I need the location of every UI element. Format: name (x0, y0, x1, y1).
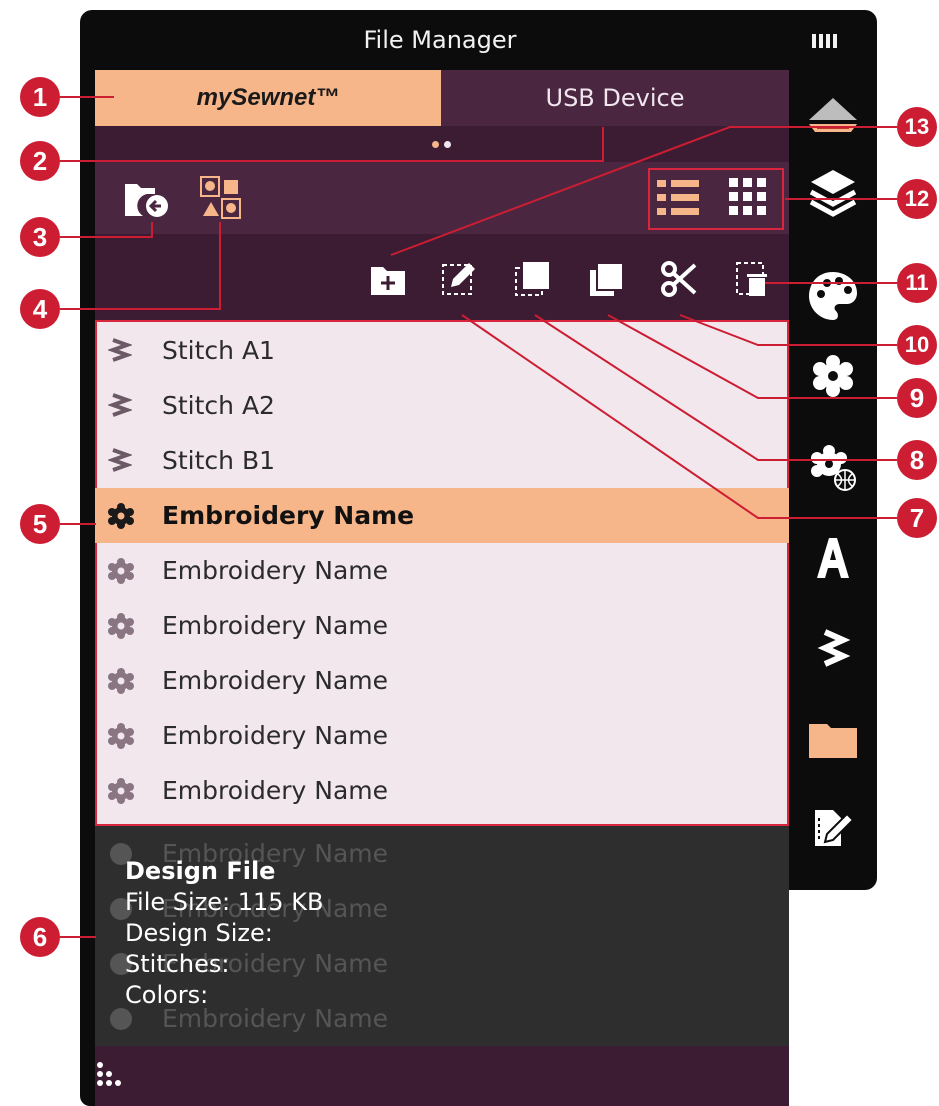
callout-6: 6 (20, 917, 60, 957)
callout-7: 7 (897, 498, 937, 538)
callout-5: 5 (20, 504, 60, 544)
callout-2: 2 (20, 141, 60, 181)
callout-8: 8 (897, 440, 937, 480)
callout-9: 9 (897, 378, 937, 418)
callout-13: 13 (897, 107, 937, 147)
callout-11: 11 (897, 263, 937, 303)
callout-12: 12 (897, 179, 937, 219)
callout-10: 10 (897, 325, 937, 365)
callout-1: 1 (20, 77, 60, 117)
callout-lines (60, 96, 897, 938)
callout-3: 3 (20, 217, 60, 257)
callout-4: 4 (20, 289, 60, 329)
